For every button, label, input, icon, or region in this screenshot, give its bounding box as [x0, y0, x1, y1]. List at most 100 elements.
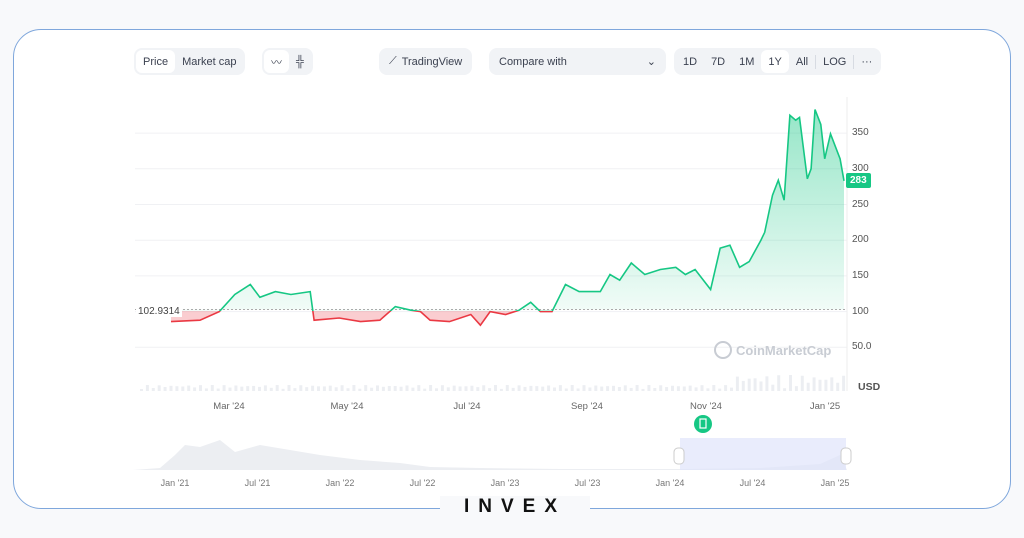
volume-bar: [659, 385, 663, 391]
volume-bar: [488, 388, 492, 391]
volume-bar: [199, 385, 202, 391]
navigator-handle-right[interactable]: [840, 447, 852, 465]
coinmarketcap-logo-icon: [714, 341, 732, 359]
navigator-tick-label: Jul '21: [244, 478, 271, 488]
volume-bar: [718, 388, 722, 391]
baseline-label: 102.9314: [136, 306, 182, 317]
current-price-badge: 283: [846, 173, 871, 188]
y-tick-label: 100: [852, 305, 869, 317]
volume-bar: [293, 388, 297, 391]
volume-bar: [830, 377, 834, 391]
volume-bar: [629, 387, 633, 391]
volume-bar: [435, 388, 438, 391]
volume-bar: [671, 385, 674, 391]
volume-bar: [393, 386, 397, 391]
volume-bar: [541, 386, 545, 391]
volume-bar: [399, 386, 403, 391]
logo-text: INVEX: [463, 496, 567, 517]
volume-bar: [588, 387, 592, 391]
volume-bar: [263, 385, 267, 391]
volume-bar: [576, 388, 580, 391]
navigator-tick-label: Jan '22: [325, 478, 355, 488]
event-marker-icon[interactable]: [694, 415, 712, 433]
volume-bar: [724, 385, 728, 391]
volume-bar: [836, 382, 840, 391]
volume-bar: [824, 379, 828, 391]
volume-bar: [759, 381, 763, 391]
volume-bar: [730, 387, 733, 391]
y-unit-label: USD: [858, 381, 881, 393]
volume-bar: [712, 385, 716, 391]
x-tick-label: Jul '24: [453, 401, 481, 412]
navigator-handle-left[interactable]: [673, 447, 685, 465]
volume-bar: [311, 385, 315, 391]
volume-bar: [635, 385, 639, 391]
volume-bar: [169, 385, 173, 391]
volume-bar: [665, 387, 669, 391]
volume-bar: [364, 385, 368, 391]
volume-bar: [234, 385, 238, 391]
volume-bar: [499, 388, 503, 391]
volume-bar: [269, 387, 273, 391]
volume-bar: [252, 385, 256, 391]
watermark-text: CoinMarketCap: [736, 342, 832, 358]
navigator-tick-label: Jul '23: [574, 478, 601, 488]
volume-bar: [440, 385, 444, 391]
volume-bar: [529, 385, 533, 391]
volume-bar: [641, 388, 645, 391]
price-chart[interactable]: [0, 0, 1024, 538]
volume-bar: [145, 385, 149, 391]
volume-bar: [594, 385, 598, 391]
volume-bar: [476, 387, 480, 391]
volume-bar: [228, 387, 232, 391]
volume-bar: [240, 386, 244, 391]
volume-bar: [511, 387, 515, 391]
volume-bar: [358, 388, 362, 391]
x-tick-label: Mar '24: [213, 401, 245, 412]
volume-bar: [842, 375, 846, 391]
volume-bar: [452, 385, 456, 391]
volume-bar: [381, 386, 385, 391]
volume-bar: [564, 388, 568, 391]
volume-bar: [387, 385, 391, 391]
volume-bar: [275, 385, 279, 391]
volume-bar: [612, 385, 615, 391]
y-tick-label: 350: [852, 127, 869, 139]
volume-bar: [688, 385, 692, 391]
volume-bar: [806, 382, 810, 391]
volume-bar: [706, 388, 710, 391]
y-tick-label: 50.0: [852, 341, 872, 353]
x-tick-label: May '24: [330, 401, 364, 412]
volume-bar: [753, 378, 757, 391]
volume-bar: [458, 386, 462, 391]
volume-bar: [346, 388, 350, 391]
navigator-tick-label: Jul '24: [739, 478, 766, 488]
volume-bar: [322, 386, 326, 391]
x-tick-label: Sep '24: [571, 401, 603, 412]
volume-bar: [547, 385, 551, 391]
volume-bar: [204, 388, 208, 391]
volume-bar: [676, 386, 680, 391]
volume-bar: [523, 386, 527, 391]
volume-bar: [794, 386, 798, 391]
invex-logo: INVEX: [440, 496, 590, 518]
volume-bar: [617, 386, 621, 391]
volume-bar: [417, 385, 421, 391]
volume-bar: [216, 388, 220, 391]
volume-bar: [517, 385, 521, 391]
volume-bar: [163, 387, 167, 391]
navigator-tick-label: Jan '24: [655, 478, 685, 488]
navigator-selection[interactable]: [680, 438, 846, 470]
volume-bar: [299, 385, 303, 391]
volume-bar: [429, 385, 433, 391]
volume-bar: [328, 385, 332, 391]
volume-bar: [623, 385, 627, 391]
navigator-tick-label: Jan '21: [160, 478, 190, 488]
volume-bar: [258, 386, 261, 391]
volume-bar: [175, 386, 179, 391]
volume-bar: [735, 376, 739, 391]
volume-bar: [777, 375, 781, 391]
volume-bar: [765, 376, 769, 391]
volume-bar: [553, 387, 556, 391]
volume-bar: [281, 388, 285, 391]
